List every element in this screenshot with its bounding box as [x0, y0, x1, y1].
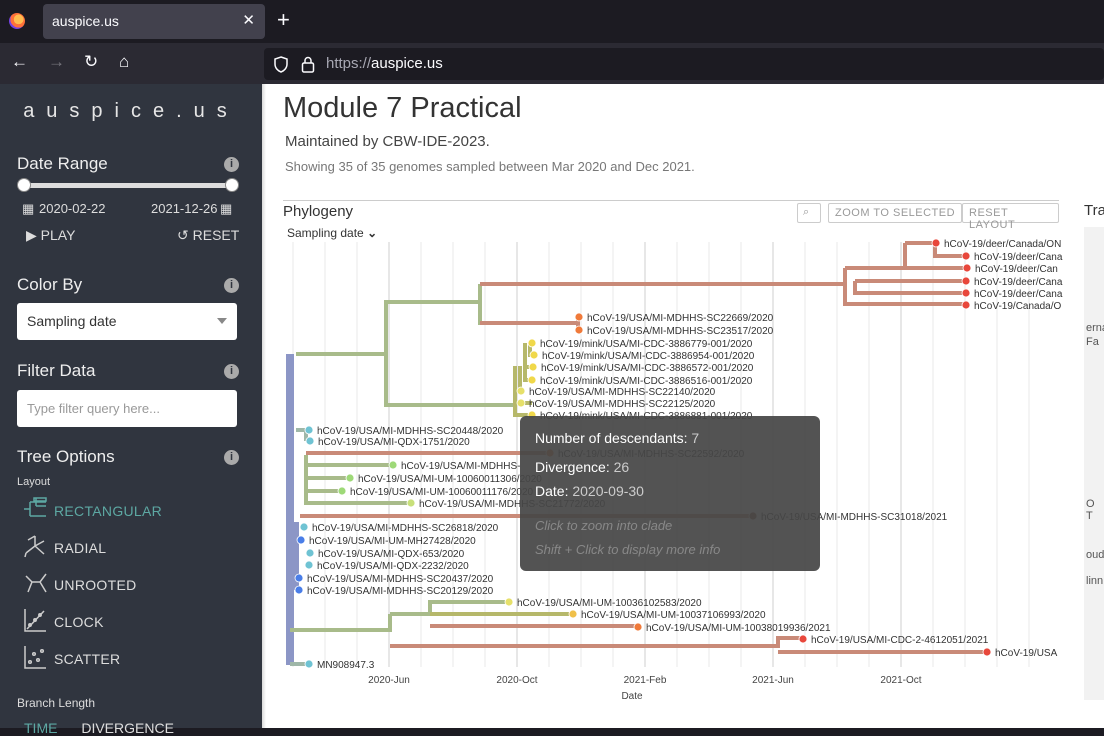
tree-branch — [384, 354, 515, 407]
tip-node — [961, 276, 971, 286]
tree-branch — [843, 268, 965, 306]
x-axis-tick-label: 2020-Oct — [496, 675, 537, 686]
tip-label: hCoV-19/USA/MI-CDC-2-4612051/2021 — [811, 635, 989, 646]
tip-node — [527, 375, 537, 385]
tree-x-axis: 2020-Jun 2020-Oct 2021-Feb 2021-Jun 2021-Oct… — [368, 675, 922, 702]
node-tooltip: Number of descendants: 7 Divergence: 26 … — [520, 416, 820, 571]
tip-label: hCoV-19/USA/MI-MDHHS-SC23517/2020 — [587, 326, 774, 337]
tip-node — [406, 498, 416, 508]
tip-node — [299, 522, 309, 532]
tip-node — [294, 573, 304, 583]
tip-label: hCoV-19/USA/MI-UM-MH27428/2020 — [309, 536, 476, 547]
tip-label: hCoV-19/deer/Canada/ON — [944, 239, 1061, 250]
tip-label: hCoV-19/USA/MI-MDHHS- — [401, 461, 520, 472]
x-axis-tick-label: 2021-Feb — [624, 675, 667, 686]
tip-label: MN908947.3 — [317, 660, 375, 671]
tip-label: hCoV-19/USA/MI-MDHHS-SC22140/2020 — [529, 387, 716, 398]
tip-label: hCoV-19/USA/MI-MDHHS-SC22125/2020 — [529, 399, 716, 410]
tip-node — [504, 597, 514, 607]
tip-node — [961, 288, 971, 298]
tooltip-hint-zoom: Click to zoom into clade — [535, 518, 673, 533]
tip-node — [633, 622, 643, 632]
tip-node — [574, 312, 584, 322]
tip-label: hCoV-19/USA/MI-UM-10037106993/2020 — [581, 610, 766, 621]
tip-label: hCoV-19/mink/USA/MI-CDC-3886779-001/2020 — [540, 339, 753, 350]
tip-node — [516, 386, 526, 396]
tip-node — [294, 585, 304, 595]
tip-node — [798, 634, 808, 644]
tip-node — [568, 609, 578, 619]
tree-branch — [390, 636, 802, 648]
phylogeny-tree[interactable]: hCoV-19/deer/Canada/ONhCoV-19/deer/Canah… — [0, 0, 1104, 728]
tooltip-hint-shift: Shift + Click to display more info — [535, 542, 721, 557]
tip-label: hCoV-19/USA/MI-MDHHS-SC20448/2020 — [317, 426, 504, 437]
tip-label: hCoV-19/USA/MI-MDHHS-SC20129/2020 — [307, 586, 494, 597]
tip-label: hCoV-19/Canada/O — [974, 301, 1062, 312]
tip-label: hCoV-19/USA/MI-MDHHS-SC22669/2020 — [587, 313, 774, 324]
tip-node — [982, 647, 992, 657]
tip-node — [304, 659, 314, 669]
tip-label: hCoV-19/USA — [995, 648, 1058, 659]
tip-node — [516, 398, 526, 408]
tip-node — [962, 263, 972, 273]
tree-branch — [290, 614, 392, 632]
tip-label: hCoV-19/USA/MI-MDHHS-SC26818/2020 — [312, 523, 499, 534]
tip-node — [304, 425, 314, 435]
tip-node — [345, 473, 355, 483]
tip-node — [527, 338, 537, 348]
tip-label: hCoV-19/USA/MI-UM-10060011176/2020 — [350, 487, 534, 498]
tip-node — [931, 238, 941, 248]
tooltip-date: Date: 2020-09-30 — [535, 483, 644, 499]
tip-node — [961, 251, 971, 261]
tree-branch — [296, 428, 308, 441]
tip-label: hCoV-19/deer/Cana — [974, 289, 1063, 300]
tree-branch — [478, 284, 578, 325]
tip-node — [304, 560, 314, 570]
tip-label: hCoV-19/USA/MI-QDX-1751/2020 — [318, 437, 470, 448]
tip-label: hCoV-19/USA/MI-QDX-653/2020 — [318, 549, 465, 560]
tip-label: hCoV-19/USA/MI-QDX-2232/2020 — [317, 561, 469, 572]
x-axis-tick-label: 2021-Oct — [880, 675, 921, 686]
tip-label: hCoV-19/USA/MI-UM-10036102583/2020 — [517, 598, 702, 609]
x-axis-label: Date — [621, 691, 643, 702]
tip-node — [296, 535, 306, 545]
x-axis-tick-label: 2021-Jun — [752, 675, 794, 686]
tip-node — [961, 300, 971, 310]
tip-node — [305, 548, 315, 558]
tip-node — [305, 436, 315, 446]
tip-label: hCoV-19/USA/MI-UM-10060011306/2020 — [358, 474, 542, 485]
tip-label: hCoV-19/USA/MI-UM-10038019936/2021 — [646, 623, 831, 634]
tip-label: hCoV-19/mink/USA/MI-CDC-3886954-001/2020 — [542, 351, 755, 362]
tip-node — [574, 325, 584, 335]
tip-node — [388, 460, 398, 470]
tip-label: hCoV-19/mink/USA/MI-CDC-3886572-001/2020 — [541, 363, 754, 374]
tree-branch — [296, 300, 480, 356]
tooltip-descendants: Number of descendants: 7 — [535, 430, 700, 446]
tip-node — [337, 486, 347, 496]
tip-label: hCoV-19/mink/USA/MI-CDC-3886516-001/2020 — [540, 376, 753, 387]
tip-label: hCoV-19/deer/Can — [975, 264, 1058, 275]
tip-label: hCoV-19/deer/Cana — [974, 277, 1063, 288]
tip-label: hCoV-19/deer/Cana — [974, 252, 1063, 263]
tree-branch — [480, 317, 580, 325]
tip-label: hCoV-19/USA/MI-MDHHS-SC20437/2020 — [307, 574, 494, 585]
tooltip-divergence: Divergence: 26 — [535, 459, 630, 475]
x-axis-tick-label: 2020-Jun — [368, 675, 410, 686]
tip-node — [528, 362, 538, 372]
tip-node — [529, 350, 539, 360]
